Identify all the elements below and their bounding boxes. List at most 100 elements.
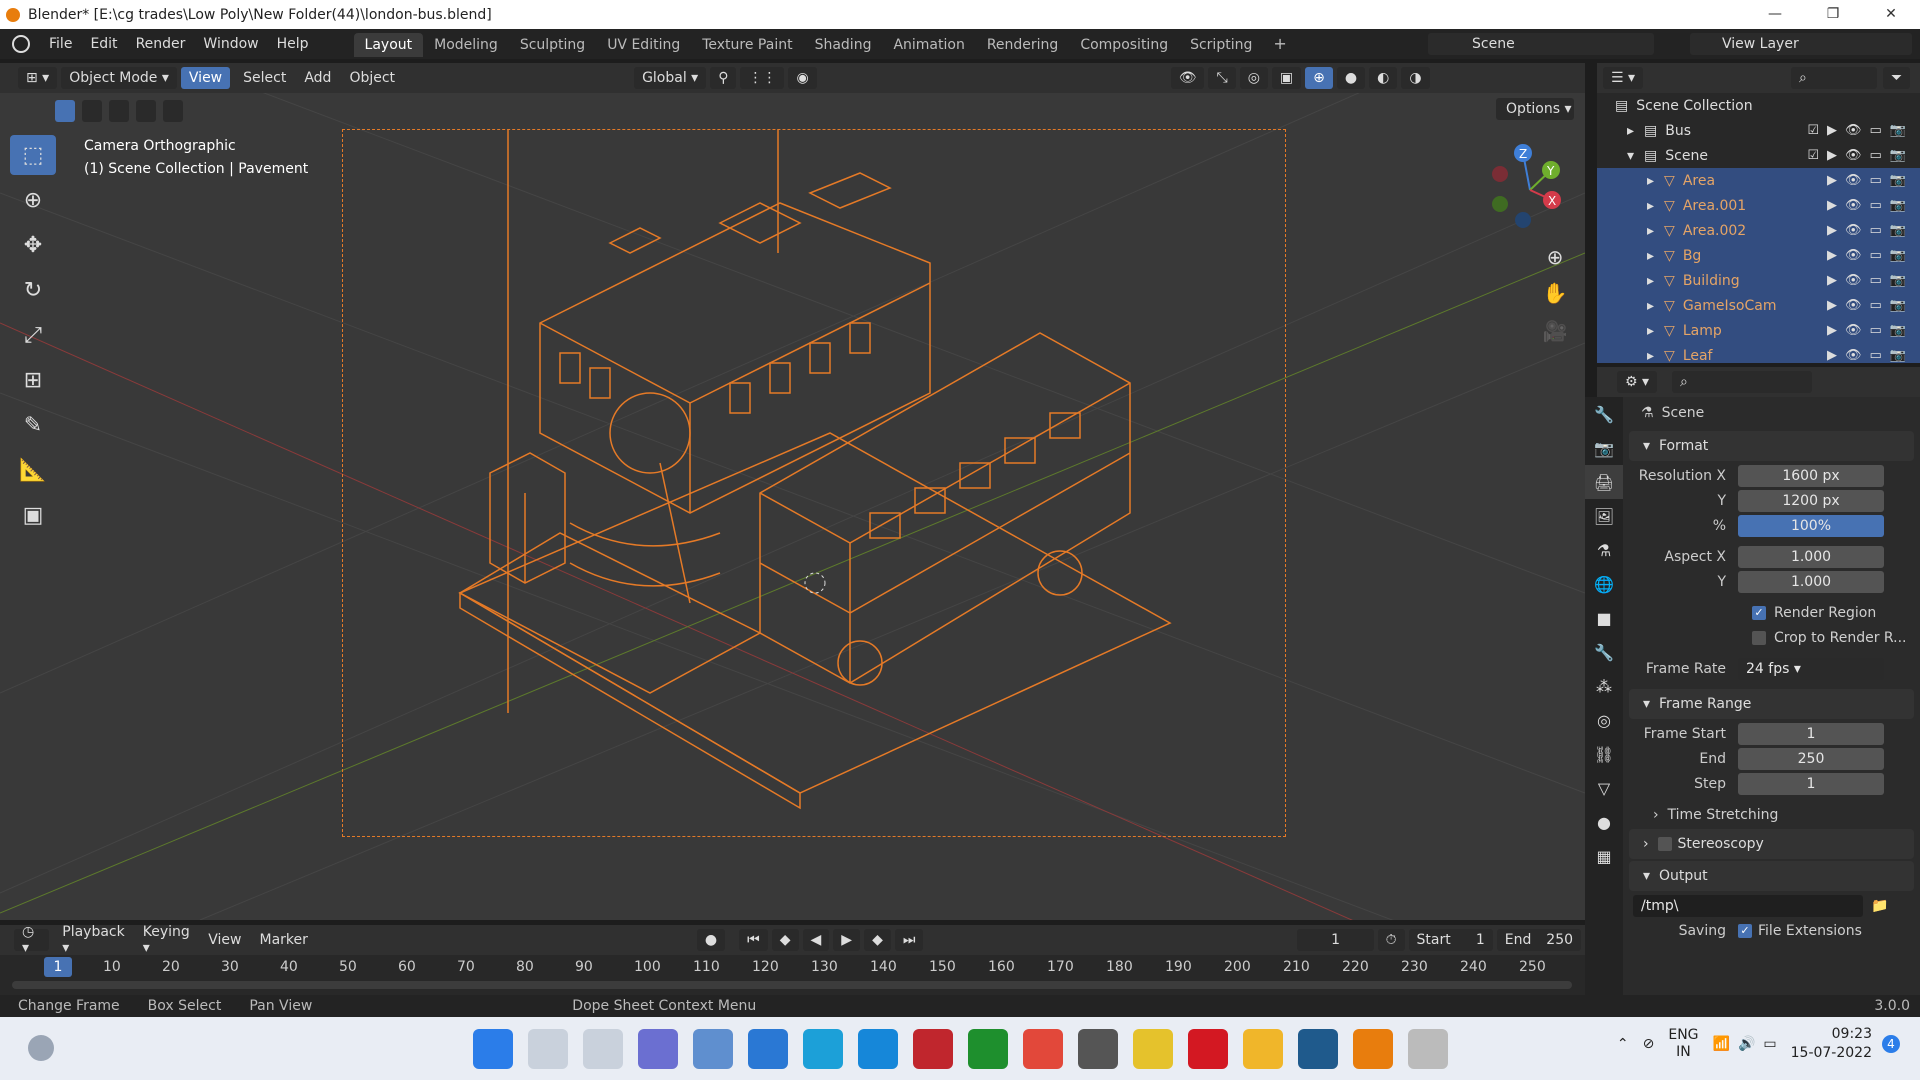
mail-icon[interactable] xyxy=(748,1029,788,1069)
select-extend-icon[interactable] xyxy=(82,100,102,122)
select-box-tool-icon[interactable]: ⬚ xyxy=(10,135,56,175)
visibility-toggle-icons[interactable]: ▶👁▭📷 xyxy=(1827,173,1914,188)
tab-layout[interactable]: Layout xyxy=(353,33,424,57)
file-extensions-checkbox[interactable]: ✓ xyxy=(1738,923,1752,938)
outliner[interactable]: ▤ Scene Collection ▸ ▤ Bus ☑▶👁▭📷 ▾ ▤ Sce… xyxy=(1597,93,1920,363)
stereoscopy-checkbox[interactable] xyxy=(1657,837,1672,851)
outliner-filter-icon[interactable]: ⏷ xyxy=(1883,67,1911,89)
expand-icon[interactable]: ▸ xyxy=(1647,223,1654,239)
output-tab-icon[interactable]: 🖨 xyxy=(1585,465,1623,499)
mode-dropdown[interactable]: Object Mode ▾ xyxy=(61,67,177,89)
visibility-toggle-icons[interactable]: ▶👁▭📷 xyxy=(1827,298,1914,313)
expand-icon[interactable]: ▸ xyxy=(1647,198,1654,214)
edge-icon[interactable] xyxy=(803,1029,843,1069)
properties-editor-type-icon[interactable]: ⚙ ▾ xyxy=(1617,371,1658,393)
start-icon[interactable] xyxy=(473,1029,513,1069)
expand-icon[interactable]: ▸ xyxy=(1647,173,1654,189)
l-app-icon[interactable] xyxy=(858,1029,898,1069)
timeline-scrollbar[interactable] xyxy=(12,981,1572,989)
rotate-tool-icon[interactable]: ↻ xyxy=(10,270,56,310)
record-keyframe-icon[interactable]: ● xyxy=(696,929,726,951)
tab-modeling[interactable]: Modeling xyxy=(423,33,509,57)
gizmo-toggle-icon[interactable]: ⤡ xyxy=(1208,67,1236,89)
c-app-icon[interactable] xyxy=(1023,1029,1063,1069)
orientation-dropdown[interactable]: Global ▾ xyxy=(634,67,707,89)
marker-menu[interactable]: Marker xyxy=(251,932,317,948)
time-stretching-subpanel[interactable]: › Time Stretching xyxy=(1623,802,1920,827)
mcafee-icon[interactable] xyxy=(913,1029,953,1069)
cursor-tool-icon[interactable]: ⊕ xyxy=(10,180,56,220)
outliner-object-row[interactable]: ▸ ▽ Area.002 ▶👁▭📷 xyxy=(1597,218,1920,243)
visibility-icon[interactable]: 👁 xyxy=(1170,67,1205,89)
add-workspace-button[interactable]: + xyxy=(1263,30,1296,57)
outliner-object-row[interactable]: ▸ ▽ Area.001 ▶👁▭📷 xyxy=(1597,193,1920,218)
outliner-object-row[interactable]: ▸ ▽ Bg ▶👁▭📷 xyxy=(1597,243,1920,268)
pivot-icon[interactable]: ⚲ xyxy=(710,67,737,89)
close-button[interactable]: ✕ xyxy=(1862,0,1920,29)
jump-end-icon[interactable]: ⏭ xyxy=(894,929,924,951)
visibility-toggle-icons[interactable]: ▶👁▭📷 xyxy=(1827,198,1914,213)
outliner-object-row[interactable]: ▸ ▽ Lamp ▶👁▭📷 xyxy=(1597,318,1920,343)
notepad-icon[interactable] xyxy=(1408,1029,1448,1069)
next-keyframe-icon[interactable]: ◆ xyxy=(864,929,891,951)
outliner-row-scene[interactable]: ▾ ▤ Scene ☑▶👁▭📷 xyxy=(1597,143,1920,168)
select-menu[interactable]: Select xyxy=(234,70,295,86)
search-icon[interactable] xyxy=(528,1029,568,1069)
visibility-toggle-icons[interactable]: ☑▶👁▭📷 xyxy=(1807,148,1914,163)
particles-tab-icon[interactable]: ⁂ xyxy=(1585,669,1623,703)
collapse-icon[interactable]: ▾ xyxy=(1627,148,1634,164)
physics-tab-icon[interactable]: ◎ xyxy=(1585,703,1623,737)
widgets-icon[interactable] xyxy=(28,1035,54,1061)
tab-shading[interactable]: Shading xyxy=(804,33,883,57)
play-reverse-icon[interactable]: ◀ xyxy=(802,929,830,951)
outliner-row-root[interactable]: ▤ Scene Collection xyxy=(1597,93,1920,118)
xbox-icon[interactable] xyxy=(968,1029,1008,1069)
add-menu[interactable]: Add xyxy=(295,70,340,86)
opera-icon[interactable] xyxy=(1188,1029,1228,1069)
render-tab-icon[interactable]: 📷 xyxy=(1585,431,1623,465)
menu-render[interactable]: Render xyxy=(127,36,195,52)
modifier-tab-icon[interactable]: 🔧 xyxy=(1585,635,1623,669)
select-new-icon[interactable] xyxy=(55,100,75,122)
wifi-icon[interactable]: 📶 xyxy=(1713,1036,1730,1052)
resolution-y-field[interactable]: 1200 px xyxy=(1738,489,1884,512)
move-tool-icon[interactable]: ✥ xyxy=(10,225,56,265)
visibility-toggle-icons[interactable]: ▶👁▭📷 xyxy=(1827,323,1914,338)
network-off-icon[interactable]: ⊘ xyxy=(1643,1036,1655,1052)
world-tab-icon[interactable]: 🌐 xyxy=(1585,567,1623,601)
snap-icon[interactable]: ⋮⋮ xyxy=(740,67,785,89)
zoom-icon[interactable]: ⊕ xyxy=(1540,242,1570,272)
outliner-object-row[interactable]: ▸ ▽ Leaf ▶👁▭📷 xyxy=(1597,343,1920,363)
annotate-tool-icon[interactable]: ✎ xyxy=(10,405,56,445)
frame-step-field[interactable]: 1 xyxy=(1738,772,1884,795)
photos-icon[interactable] xyxy=(693,1029,733,1069)
camera-view-icon[interactable]: 🎥 xyxy=(1540,316,1570,346)
timeline[interactable]: 1102030405060708090100110120130140150160… xyxy=(0,955,1585,995)
menu-edit[interactable]: Edit xyxy=(81,36,126,52)
start-frame-field[interactable]: Start 1 xyxy=(1408,929,1493,951)
visibility-toggle-icons[interactable]: ▶👁▭📷 xyxy=(1827,273,1914,288)
battery-icon[interactable]: ▭ xyxy=(1763,1036,1776,1052)
options-dropdown[interactable]: Options ▾ xyxy=(1496,98,1574,120)
current-frame-indicator[interactable]: 1 xyxy=(44,957,72,977)
frame-range-panel-header[interactable]: ▾ Frame Range xyxy=(1629,689,1914,719)
outliner-editor-type-icon[interactable]: ☰ ▾ xyxy=(1603,67,1644,89)
tab-sculpting[interactable]: Sculpting xyxy=(509,33,596,57)
jump-start-icon[interactable]: ⏮ xyxy=(739,929,768,951)
object-tab-icon[interactable]: ■ xyxy=(1585,601,1623,635)
pan-hand-icon[interactable]: ✋ xyxy=(1540,278,1570,308)
render-region-checkbox[interactable]: ✓ xyxy=(1752,605,1766,620)
scale-tool-icon[interactable]: ⤢ xyxy=(10,315,56,355)
select-invert-icon[interactable] xyxy=(136,100,156,122)
timeline-editor-type-icon[interactable]: ◷ ▾ xyxy=(14,924,50,956)
volume-icon[interactable]: 🔊 xyxy=(1738,1036,1755,1052)
visibility-toggle-icons[interactable]: ▶👁▭📷 xyxy=(1827,248,1914,263)
scene-tab-icon[interactable]: ⚗ xyxy=(1585,533,1623,567)
solid-shading-icon[interactable]: ● xyxy=(1336,67,1366,89)
tab-texture-paint[interactable]: Texture Paint xyxy=(691,33,803,57)
measure-tool-icon[interactable]: 📐 xyxy=(10,450,56,490)
menu-help[interactable]: Help xyxy=(268,36,318,52)
format-panel-header[interactable]: ▾ Format xyxy=(1629,431,1914,461)
xray-icon[interactable]: ▣ xyxy=(1271,67,1302,89)
clock[interactable]: 09:23 15-07-2022 xyxy=(1791,1025,1872,1063)
